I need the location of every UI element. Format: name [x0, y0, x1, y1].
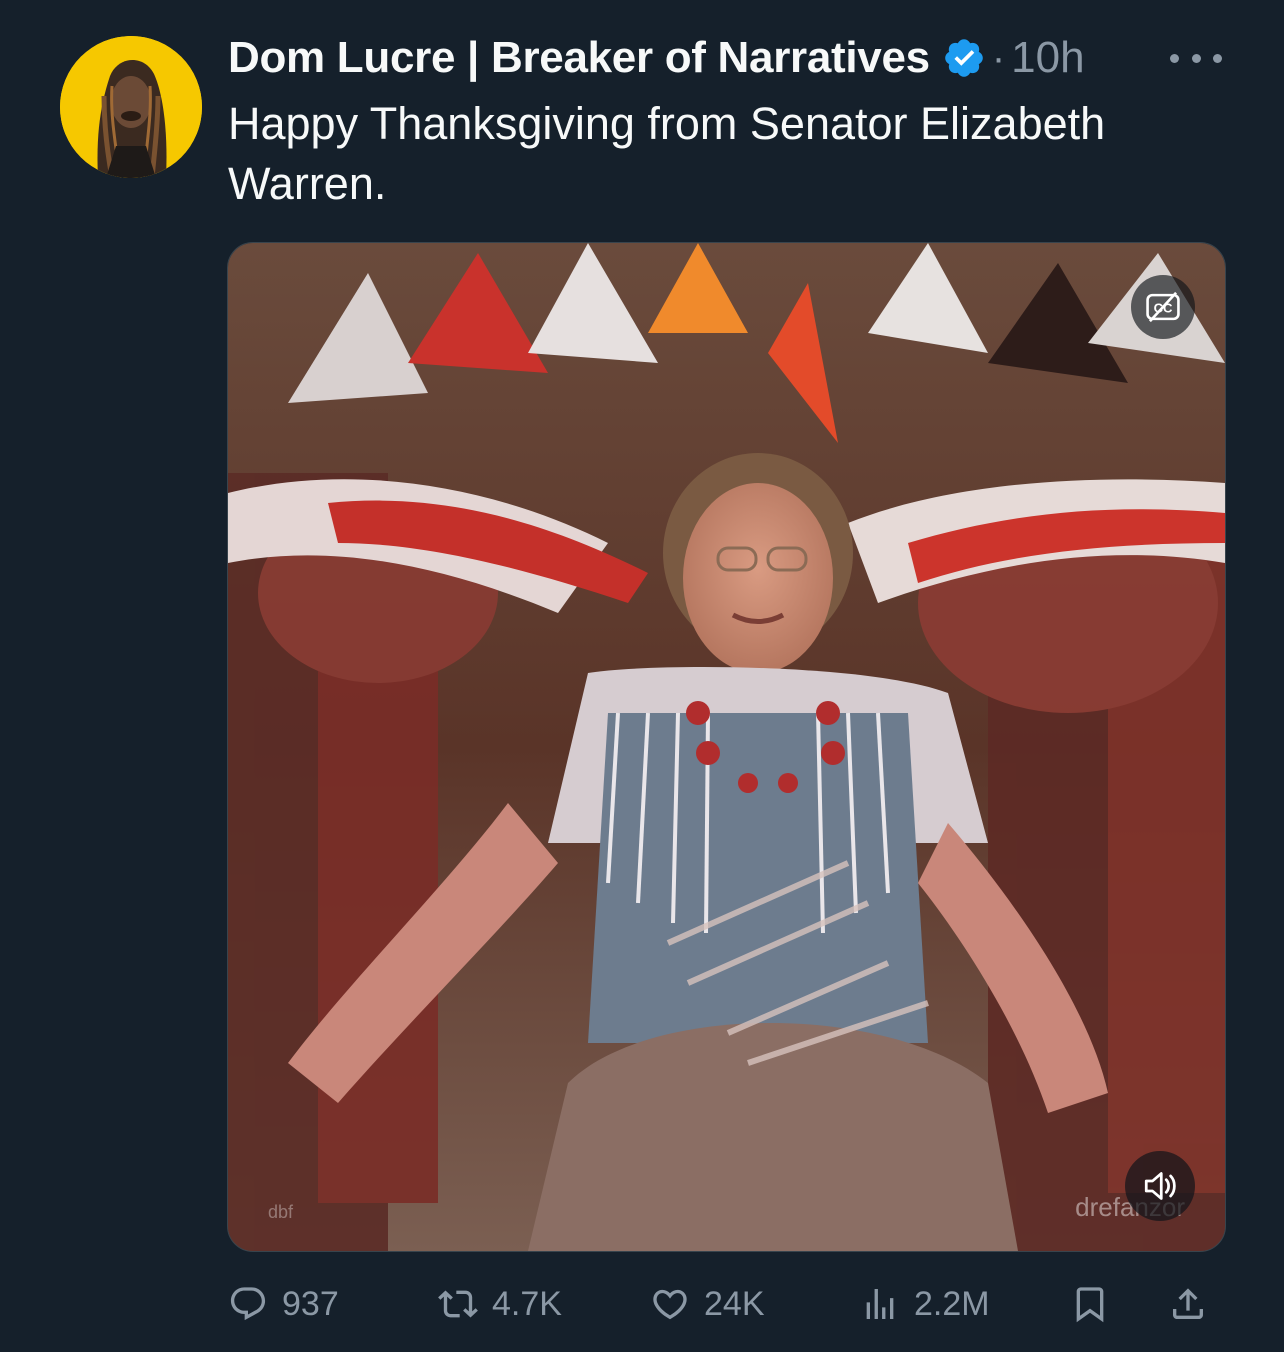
bookmark-icon	[1076, 1287, 1104, 1323]
tweet-header: Dom Lucre | Breaker of Narratives · 10h	[228, 30, 1085, 86]
views-button[interactable]: 2.2M	[860, 1276, 990, 1332]
speaker-icon	[1144, 1172, 1176, 1200]
like-button[interactable]: 24K	[650, 1276, 765, 1332]
tweet-timestamp[interactable]: 10h	[1011, 33, 1084, 83]
author-name[interactable]: Dom Lucre | Breaker of Narratives	[228, 33, 930, 83]
share-icon	[1173, 1288, 1203, 1319]
heart-icon	[653, 1289, 687, 1320]
views-count: 2.2M	[914, 1284, 990, 1323]
header-separator: ·	[991, 35, 1006, 80]
analytics-icon	[866, 1289, 894, 1319]
author-avatar[interactable]	[60, 36, 202, 178]
cc-icon: CC	[1146, 291, 1180, 323]
more-options-icon[interactable]	[1170, 44, 1222, 72]
video-frame	[228, 243, 1225, 1251]
verified-badge-icon[interactable]	[942, 36, 986, 80]
reply-count: 937	[282, 1284, 339, 1323]
avatar-image	[60, 36, 202, 178]
watermark-left: dbf	[268, 1202, 294, 1222]
tweet-actions: 937 4.7K 24K 2.2M	[228, 1276, 1224, 1332]
volume-button[interactable]	[1125, 1151, 1195, 1221]
tweet[interactable]: Dom Lucre | Breaker of Narratives · 10h …	[0, 0, 1284, 1352]
captions-button[interactable]: CC	[1131, 275, 1195, 339]
like-count: 24K	[704, 1284, 765, 1323]
repost-icon	[438, 1290, 478, 1318]
repost-button[interactable]: 4.7K	[438, 1276, 562, 1332]
video-player[interactable]: CC dbf drefanzor	[227, 242, 1226, 1252]
tweet-text: Happy Thanksgiving from Senator Elizabet…	[228, 98, 1106, 209]
repost-count: 4.7K	[492, 1284, 562, 1323]
bookmark-button[interactable]	[1070, 1276, 1110, 1332]
reply-button[interactable]: 937	[228, 1276, 339, 1332]
share-button[interactable]	[1168, 1276, 1208, 1332]
reply-icon	[230, 1287, 266, 1321]
